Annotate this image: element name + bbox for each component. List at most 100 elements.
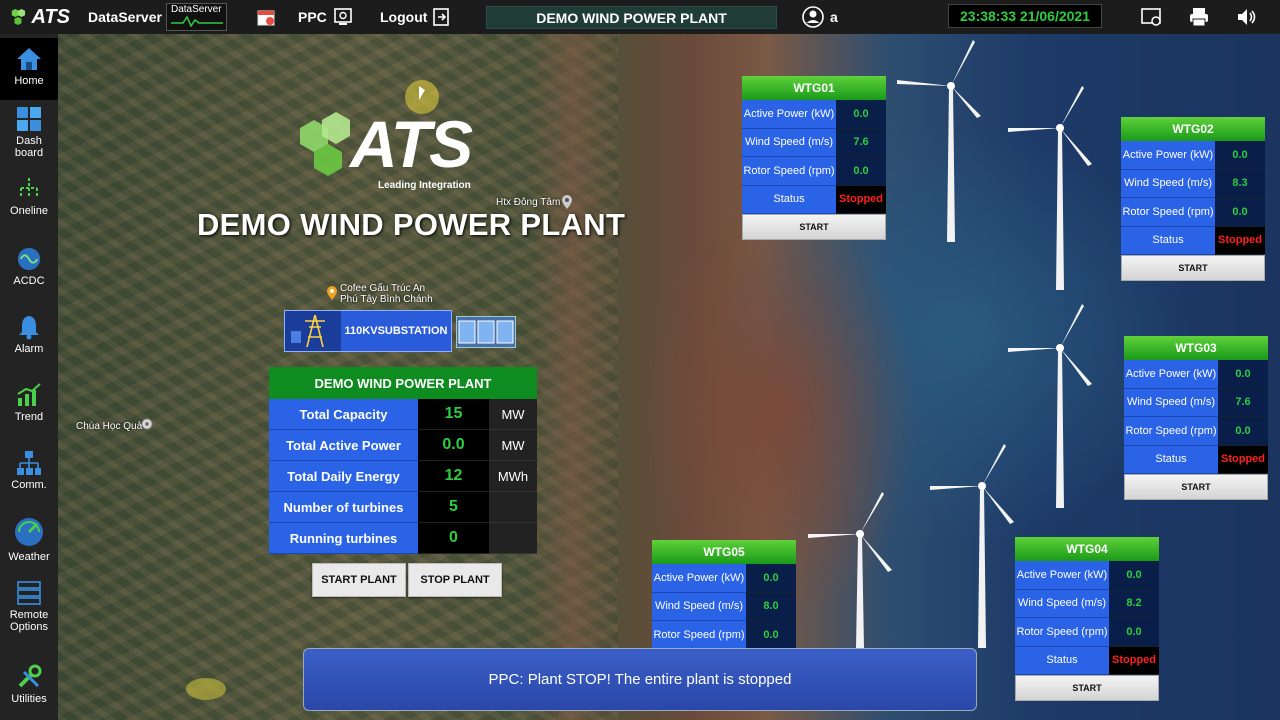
table-row: Active Power (kW) 0.0 bbox=[1015, 561, 1159, 590]
map-label-cafe-line2: Phú Tây Bình Chánh bbox=[340, 294, 433, 305]
table-row: Total Capacity 15 MW bbox=[269, 399, 537, 430]
row-label: Total Active Power bbox=[269, 430, 418, 461]
table-row: Status Stopped bbox=[742, 185, 886, 214]
substation-label-line1: 110KV bbox=[344, 325, 378, 337]
sidebar-item-oneline[interactable]: Oneline bbox=[0, 176, 58, 232]
row-unit bbox=[489, 492, 537, 523]
row-value: 0.0 bbox=[418, 430, 489, 461]
wtg-value-rotor-speed: 0.0 bbox=[836, 157, 886, 186]
wtg-label-rotor-speed: Rotor Speed (rpm) bbox=[1124, 417, 1218, 446]
substation-label-line2: SUBSTATION bbox=[377, 325, 448, 337]
row-label: Number of turbines bbox=[269, 492, 418, 523]
sidebar-item-label: ACDC bbox=[13, 275, 45, 287]
logout-link[interactable]: Logout bbox=[380, 0, 427, 34]
ppc-settings-button[interactable] bbox=[333, 0, 353, 34]
sidebar-item-remote-options[interactable]: Remote Options bbox=[0, 580, 58, 642]
ppc-message-banner[interactable]: PPC: Plant STOP! The entire plant is sto… bbox=[303, 648, 977, 711]
wtg03-start-button[interactable]: START bbox=[1124, 474, 1268, 500]
sidebar-item-label: Utilities bbox=[11, 693, 47, 705]
sidebar-item-trend[interactable]: Trend bbox=[0, 382, 58, 438]
calendar-button[interactable] bbox=[256, 0, 276, 34]
table-row: Active Power (kW) 0.0 bbox=[652, 564, 796, 593]
wtg-label-status: Status bbox=[1121, 226, 1215, 255]
wtg-status-badge: Stopped bbox=[1109, 646, 1159, 675]
stop-plant-button[interactable]: STOP PLANT bbox=[408, 563, 502, 597]
map-river bbox=[528, 34, 618, 720]
network-icon bbox=[16, 450, 42, 476]
ats-big-logo: ATS Leading Integration bbox=[292, 107, 492, 197]
wtg-value-wind-speed: 7.6 bbox=[836, 128, 886, 157]
wtg-label-rotor-speed: Rotor Speed (rpm) bbox=[742, 157, 836, 186]
sidebar-item-label: Trend bbox=[14, 411, 44, 423]
ats-logo-tagline: Leading Integration bbox=[378, 180, 471, 191]
wtg01-start-button[interactable]: START bbox=[742, 214, 886, 240]
top-bar: ATS DataServer DataServer PPC Logout DEM… bbox=[0, 0, 1280, 34]
wtg02-start-button[interactable]: START bbox=[1121, 255, 1265, 281]
server-rack-icon bbox=[16, 580, 42, 606]
wtg-header: WTG05 bbox=[652, 540, 796, 564]
table-row: Status Stopped bbox=[1121, 226, 1265, 255]
sidebar-item-dashboard[interactable]: Dash board bbox=[0, 106, 58, 168]
screen-capture-icon bbox=[1141, 8, 1161, 26]
sidebar-item-weather[interactable]: Weather bbox=[0, 516, 58, 578]
substation-label: 110KV SUBSTATION bbox=[341, 311, 451, 351]
wtg-label-rotor-speed: Rotor Speed (rpm) bbox=[652, 621, 746, 650]
wtg-label-status: Status bbox=[742, 185, 836, 214]
wtg-label-active-power: Active Power (kW) bbox=[652, 564, 746, 593]
wtg-label-active-power: Active Power (kW) bbox=[1015, 561, 1109, 590]
dataserver-status-box[interactable]: DataServer bbox=[166, 3, 227, 31]
tools-icon bbox=[16, 664, 42, 690]
wtg04-start-button[interactable]: START bbox=[1015, 675, 1159, 701]
row-unit bbox=[489, 523, 537, 554]
sidebar-item-label: Home bbox=[14, 75, 44, 87]
monitor-settings-icon bbox=[334, 8, 352, 25]
table-row: Rotor Speed (rpm) 0.0 bbox=[1015, 618, 1159, 647]
cursor-highlight-secondary bbox=[186, 678, 226, 700]
table-row: Rotor Speed (rpm) 0.0 bbox=[1124, 417, 1268, 446]
table-row: Wind Speed (m/s) 7.6 bbox=[1124, 388, 1268, 417]
table-row: Total Daily Energy 12 MWh bbox=[269, 461, 537, 492]
sound-button[interactable] bbox=[1236, 0, 1258, 34]
substation-panel[interactable]: 110KV SUBSTATION bbox=[284, 310, 452, 352]
table-row: Wind Speed (m/s) 7.6 bbox=[742, 128, 886, 157]
ats-logo-word: ATS bbox=[350, 107, 473, 181]
wtg-value-active-power: 0.0 bbox=[1218, 360, 1268, 389]
wtg-value-rotor-speed: 0.0 bbox=[1109, 618, 1159, 647]
wtg-status-badge: Stopped bbox=[1215, 226, 1265, 255]
home-icon bbox=[16, 46, 42, 72]
map-label-cafe: Cofee Gấu Trúc An Phú Tây Bình Chánh bbox=[340, 283, 433, 305]
wtg04-panel: WTG04 Active Power (kW) 0.0 Wind Speed (m… bbox=[1015, 537, 1159, 701]
wtg05-panel: WTG05 Active Power (kW) 0.0 Wind Speed (m… bbox=[652, 540, 796, 650]
map-pin-icon bbox=[327, 286, 337, 300]
wtg-label-rotor-speed: Rotor Speed (rpm) bbox=[1121, 198, 1215, 227]
wind-turbine-icon bbox=[808, 492, 892, 648]
ppc-link[interactable]: PPC bbox=[298, 0, 327, 34]
row-label: Running turbines bbox=[269, 523, 418, 554]
map-label-htx: Htx Đông Tâm bbox=[496, 197, 561, 208]
sidebar-item-comm[interactable]: Comm. bbox=[0, 450, 58, 506]
wtg-value-wind-speed: 8.2 bbox=[1109, 589, 1159, 618]
print-button[interactable] bbox=[1188, 0, 1210, 34]
sidebar-item-acdc[interactable]: ACDC bbox=[0, 246, 58, 302]
row-unit: MW bbox=[489, 430, 537, 461]
wtg-label-rotor-speed: Rotor Speed (rpm) bbox=[1015, 618, 1109, 647]
ats-logo[interactable]: ATS bbox=[10, 4, 70, 30]
start-plant-button[interactable]: START PLANT bbox=[312, 563, 406, 597]
user-button[interactable] bbox=[802, 0, 824, 34]
sidebar-item-utilities[interactable]: Utilities bbox=[0, 664, 58, 720]
screenshot-button[interactable] bbox=[1140, 0, 1164, 34]
wtg-value-wind-speed: 8.3 bbox=[1215, 169, 1265, 198]
wtg-value-rotor-speed: 0.0 bbox=[1215, 198, 1265, 227]
clock-display: 23:38:33 21/06/2021 bbox=[948, 4, 1102, 28]
table-row: Rotor Speed (rpm) 0.0 bbox=[742, 157, 886, 186]
row-unit: MWh bbox=[489, 461, 537, 492]
sidebar-item-alarm[interactable]: Alarm bbox=[0, 314, 58, 370]
logout-button[interactable] bbox=[431, 0, 451, 34]
sidebar-item-home[interactable]: Home bbox=[0, 38, 58, 100]
dataserver-link[interactable]: DataServer bbox=[88, 0, 162, 34]
printer-icon bbox=[1190, 8, 1208, 27]
table-row: Active Power (kW) 0.0 bbox=[1121, 141, 1265, 170]
wtg-label-wind-speed: Wind Speed (m/s) bbox=[742, 128, 836, 157]
plant-summary-table: DEMO WIND POWER PLANT Total Capacity 15 … bbox=[269, 367, 537, 554]
row-value: 5 bbox=[418, 492, 489, 523]
